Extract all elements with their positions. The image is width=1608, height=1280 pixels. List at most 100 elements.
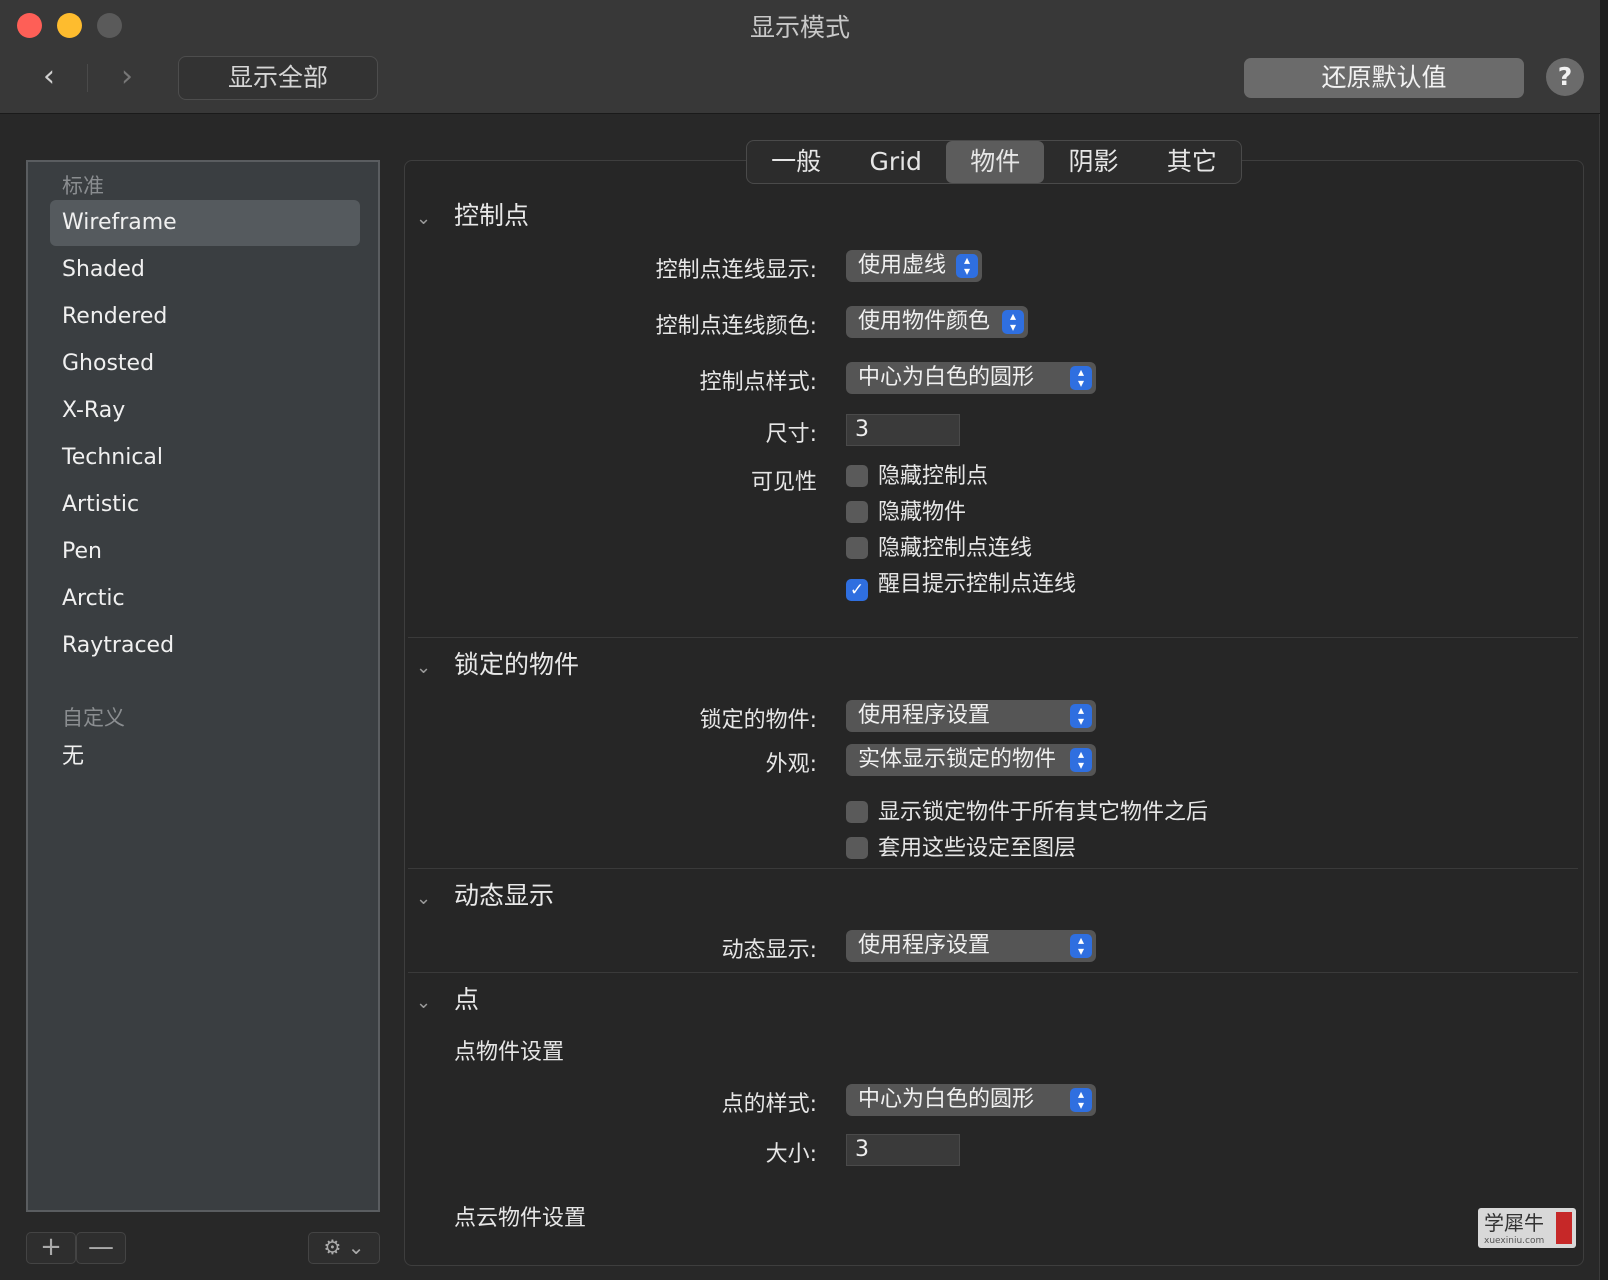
chevron-down-icon: ⌄	[416, 208, 432, 229]
add-mode-button[interactable]: +	[26, 1232, 76, 1264]
checkbox-label: 隐藏控制点	[878, 464, 989, 489]
section-title: 点	[454, 985, 480, 1014]
point-size-label: 大小:	[765, 1142, 817, 1167]
updown-arrows-icon: ▴ ▾	[1070, 366, 1092, 390]
select-value: 使用虚线	[858, 253, 947, 278]
cp-size-label: 尺寸:	[765, 422, 817, 447]
sidebar-item-artistic[interactable]: Artistic	[50, 482, 360, 528]
display-mode-window: 显示模式 ‹ › 显示全部 还原默认值 ? 标准 Wireframe Shade…	[0, 0, 1600, 1280]
chevron-right-icon[interactable]: ›	[112, 60, 142, 94]
section-divider	[408, 972, 1578, 973]
checkbox-box	[846, 501, 868, 523]
display-mode-list: 标准 Wireframe Shaded Rendered Ghosted X-R…	[26, 160, 380, 1212]
tab-bar: 一般 Grid 物件 阴影 其它	[746, 140, 1242, 184]
watermark-text: 学犀牛	[1484, 1211, 1544, 1235]
watermark-logo: 学犀牛 xuexiniu.com	[1478, 1208, 1576, 1248]
section-divider	[408, 637, 1578, 638]
point-cloud-settings-heading: 点云物件设置	[454, 1206, 587, 1231]
select-value: 中心为白色的圆形	[858, 1087, 1035, 1112]
cp-visibility-label: 可见性	[750, 470, 817, 495]
point-style-select[interactable]: 中心为白色的圆形 ▴ ▾	[846, 1084, 1096, 1116]
checkmark-icon: ✓	[846, 579, 868, 601]
help-button[interactable]: ?	[1546, 58, 1584, 96]
checkbox-label: 隐藏控制点连线	[878, 536, 1033, 561]
locked-objects-label: 锁定的物件:	[699, 708, 817, 733]
select-value: 使用程序设置	[858, 703, 991, 728]
checkbox-box	[846, 537, 868, 559]
chevron-left-icon[interactable]: ‹	[34, 60, 64, 94]
nav-separator	[87, 64, 88, 92]
point-object-settings-heading: 点物件设置	[454, 1040, 565, 1065]
hide-cp-lines-checkbox[interactable]: 隐藏控制点连线	[846, 536, 1032, 564]
hide-objects-checkbox[interactable]: 隐藏物件	[846, 500, 966, 528]
section-locked-objects[interactable]: ⌄ 锁定的物件	[416, 645, 579, 681]
cp-line-display-label: 控制点连线显示:	[655, 258, 817, 283]
cp-style-label: 控制点样式:	[699, 370, 817, 395]
checkbox-label: 隐藏物件	[878, 500, 967, 525]
apply-to-layers-checkbox[interactable]: 套用这些设定至图层	[846, 836, 1076, 864]
chevron-down-icon: ⌄	[416, 992, 432, 1013]
locked-objects-select[interactable]: 使用程序设置 ▴ ▾	[846, 700, 1096, 732]
section-title: 控制点	[454, 201, 530, 230]
updown-arrows-icon: ▴ ▾	[1070, 704, 1092, 728]
chevron-down-icon: ⌄	[416, 888, 432, 909]
appearance-label: 外观:	[765, 752, 817, 777]
checkbox-box	[846, 837, 868, 859]
dynamic-display-select[interactable]: 使用程序设置 ▴ ▾	[846, 930, 1096, 962]
appearance-select[interactable]: 实体显示锁定的物件 ▴ ▾	[846, 744, 1096, 776]
remove-mode-button[interactable]: —	[76, 1232, 126, 1264]
sidebar-item-rendered[interactable]: Rendered	[50, 294, 360, 340]
cp-style-select[interactable]: 中心为白色的圆形 ▴ ▾	[846, 362, 1096, 394]
point-size-input[interactable]: 3	[846, 1134, 960, 1166]
hide-control-points-checkbox[interactable]: 隐藏控制点	[846, 464, 988, 492]
cp-line-display-select[interactable]: 使用虚线 ▴ ▾	[846, 250, 982, 282]
sidebar-item-technical[interactable]: Technical	[50, 435, 360, 481]
checkbox-label: 醒目提示控制点连线	[878, 572, 1077, 597]
tab-grid[interactable]: Grid	[845, 141, 946, 183]
sidebar-item-raytraced[interactable]: Raytraced	[50, 623, 360, 669]
sidebar-item-xray[interactable]: X-Ray	[50, 388, 360, 434]
tab-objects[interactable]: 物件	[946, 141, 1045, 183]
section-divider	[408, 868, 1578, 869]
checkbox-box	[846, 465, 868, 487]
sidebar-item-ghosted[interactable]: Ghosted	[50, 341, 360, 387]
checkbox-label: 显示锁定物件于所有其它物件之后	[878, 800, 1209, 825]
restore-defaults-button[interactable]: 还原默认值	[1244, 58, 1524, 98]
checkbox-label: 套用这些设定至图层	[878, 836, 1077, 861]
seal-icon	[1556, 1212, 1572, 1244]
select-value: 实体显示锁定的物件	[858, 747, 1057, 772]
section-points[interactable]: ⌄ 点	[416, 980, 479, 1016]
section-control-points[interactable]: ⌄ 控制点	[416, 196, 529, 232]
tab-other[interactable]: 其它	[1143, 141, 1241, 183]
highlight-cp-lines-checkbox[interactable]: ✓ 醒目提示控制点连线	[846, 572, 1077, 601]
section-title: 锁定的物件	[454, 650, 580, 679]
section-title: 动态显示	[454, 881, 555, 910]
cp-line-color-select[interactable]: 使用物件颜色 ▴ ▾	[846, 306, 1028, 338]
section-dynamic-display[interactable]: ⌄ 动态显示	[416, 876, 554, 912]
updown-arrows-icon: ▴ ▾	[1070, 934, 1092, 958]
sidebar-item-shaded[interactable]: Shaded	[50, 247, 360, 293]
title-bar: 显示模式 ‹ › 显示全部 还原默认值 ?	[0, 0, 1600, 114]
gear-icon[interactable]: ⚙ ⌄	[308, 1232, 380, 1264]
sidebar-item-pen[interactable]: Pen	[50, 529, 360, 575]
select-value: 使用程序设置	[858, 933, 991, 958]
dynamic-display-label: 动态显示:	[721, 938, 817, 963]
updown-arrows-icon: ▴ ▾	[1002, 310, 1024, 334]
watermark-url: xuexiniu.com	[1484, 1236, 1545, 1246]
tab-shadows[interactable]: 阴影	[1044, 141, 1142, 183]
cp-size-input[interactable]: 3	[846, 414, 960, 446]
updown-arrows-icon: ▴ ▾	[1070, 1088, 1092, 1112]
cp-line-color-label: 控制点连线颜色:	[655, 314, 817, 339]
tab-general[interactable]: 一般	[747, 141, 845, 183]
checkbox-box	[846, 801, 868, 823]
select-value: 中心为白色的圆形	[858, 365, 1035, 390]
sidebar-item-arctic[interactable]: Arctic	[50, 576, 360, 622]
locked-behind-checkbox[interactable]: 显示锁定物件于所有其它物件之后	[846, 800, 1208, 828]
sidebar-group-standard: 标准	[62, 174, 104, 198]
chevron-down-icon: ⌄	[416, 657, 432, 678]
select-value: 使用物件颜色	[858, 309, 991, 334]
sidebar-item-none[interactable]: 无	[50, 734, 360, 780]
window-title: 显示模式	[749, 13, 850, 42]
show-all-button[interactable]: 显示全部	[178, 56, 378, 100]
sidebar-item-wireframe[interactable]: Wireframe	[50, 200, 360, 246]
